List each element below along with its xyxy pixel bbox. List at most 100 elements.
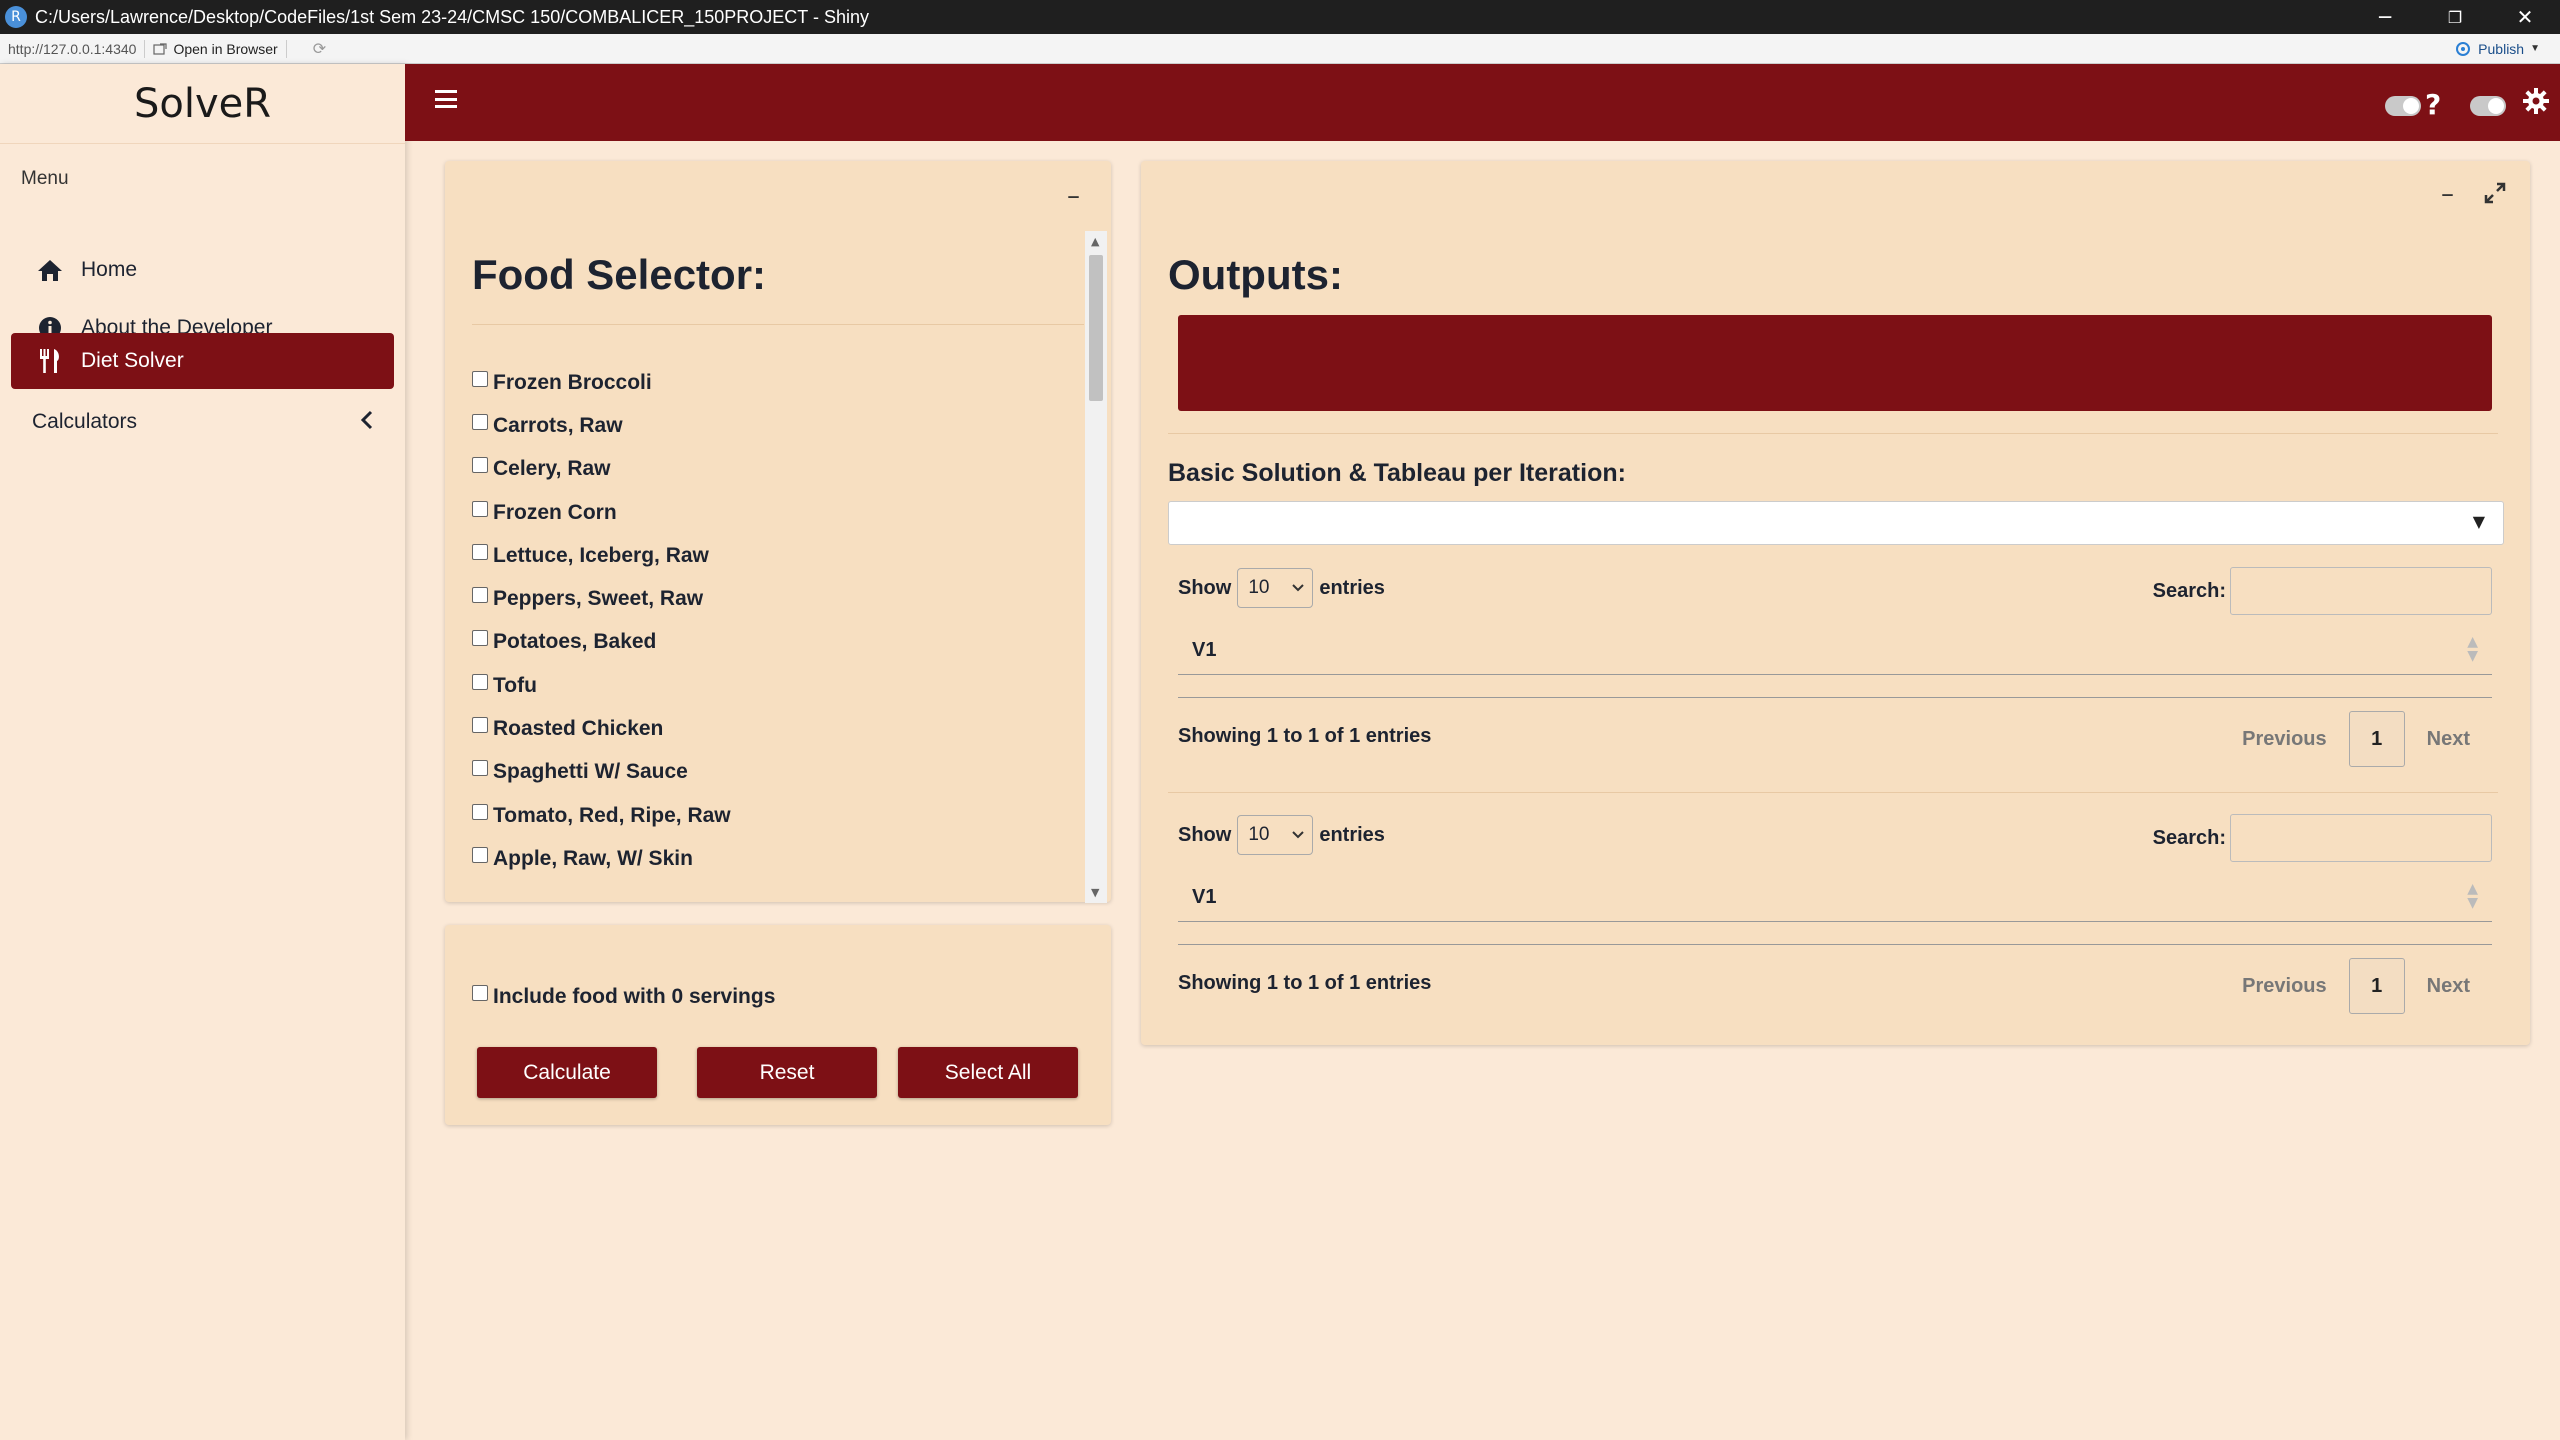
food-checkbox-item[interactable]: Tomato, Red, Ripe, Raw xyxy=(472,794,1072,837)
scroll-down-icon[interactable]: ▼ xyxy=(1091,886,1099,899)
collapse-icon[interactable]: – xyxy=(2441,179,2454,209)
entries-label: entries xyxy=(1319,823,1385,846)
reset-button[interactable]: Reset xyxy=(697,1047,877,1098)
food-label: Spaghetti W/ Sauce xyxy=(493,760,688,784)
food-checkbox-item[interactable]: Frozen Broccoli xyxy=(472,361,1072,404)
iteration-label: Basic Solution & Tableau per Iteration: xyxy=(1168,459,1626,487)
checkbox[interactable] xyxy=(472,760,488,777)
select-all-button[interactable]: Select All xyxy=(898,1047,1078,1098)
brand-title[interactable]: SolveR xyxy=(0,64,405,144)
table-info: Showing 1 to 1 of 1 entries xyxy=(1178,972,1432,994)
expand-icon[interactable] xyxy=(2484,181,2506,211)
food-checkbox-item[interactable]: Carrots, Raw xyxy=(472,404,1072,447)
food-checkbox-item[interactable]: Apple, Raw, W/ Skin xyxy=(472,837,1072,880)
chevron-left-icon xyxy=(360,406,374,437)
sidebar-item-label: Diet Solver xyxy=(81,349,184,372)
sidebar-item-label: Calculators xyxy=(32,409,138,433)
include-zero-label: Include food with 0 servings xyxy=(493,985,776,1008)
url-text: http://127.0.0.1:4340 xyxy=(8,40,137,57)
checkbox[interactable] xyxy=(472,587,488,604)
collapse-icon[interactable]: – xyxy=(1067,181,1080,211)
calculate-button[interactable]: Calculate xyxy=(477,1047,657,1098)
close-button[interactable]: ✕ xyxy=(2490,0,2560,34)
iteration-select[interactable]: ▼ xyxy=(1168,501,2504,545)
checkbox[interactable] xyxy=(472,500,488,517)
entries-length-select[interactable]: 10 xyxy=(1237,815,1314,855)
help-icon[interactable]: ? xyxy=(2425,88,2441,121)
length-value: 10 xyxy=(1248,577,1270,598)
table-header-row[interactable]: V1 ▲ ▼ xyxy=(1178,876,2492,922)
sidebar-item-diet-solver[interactable]: Diet Solver xyxy=(11,333,394,389)
column-header[interactable]: V1 xyxy=(1192,886,1216,909)
hamburger-menu-icon[interactable] xyxy=(435,90,457,108)
chevron-down-icon xyxy=(1292,831,1305,839)
r-logo-icon: R xyxy=(5,6,27,28)
next-button[interactable]: Next xyxy=(2405,975,2492,998)
checkbox[interactable] xyxy=(472,543,488,560)
scroll-up-icon[interactable]: ▲ xyxy=(1091,235,1099,248)
outputs-card: – Outputs: Basic Solution & Tableau per … xyxy=(1141,161,2530,1045)
sidebar-item-calculators[interactable]: Calculators xyxy=(11,394,394,449)
minimize-button[interactable]: ─ xyxy=(2350,0,2420,34)
sidebar-item-home[interactable]: Home xyxy=(11,242,394,297)
settings-toggle[interactable] xyxy=(2470,96,2506,116)
food-checkbox-item[interactable]: Peppers, Sweet, Raw xyxy=(472,577,1072,620)
open-in-browser-button[interactable]: Open in Browser xyxy=(153,41,278,57)
restore-button[interactable]: ❐ xyxy=(2420,0,2490,34)
checkbox[interactable] xyxy=(472,846,488,863)
food-checkbox-item[interactable]: Roasted Chicken xyxy=(472,707,1072,750)
chevron-down-icon xyxy=(1292,584,1305,592)
checkbox[interactable] xyxy=(472,717,488,734)
sort-icon[interactable]: ▲ ▼ xyxy=(2467,635,2478,663)
food-label: Tofu xyxy=(493,673,537,697)
entries-length-select[interactable]: 10 xyxy=(1237,568,1314,608)
result-output xyxy=(1178,315,2492,411)
food-checkbox-item[interactable]: Frozen Corn xyxy=(472,491,1072,534)
column-header[interactable]: V1 xyxy=(1192,639,1216,662)
pagination: Previous 1 Next xyxy=(2220,711,2492,767)
checkbox[interactable] xyxy=(472,985,488,1001)
scrollbar[interactable]: ▲ ▼ xyxy=(1085,231,1107,903)
sidebar-item-label: Home xyxy=(81,257,138,281)
search-input[interactable] xyxy=(2230,567,2492,615)
datatable: Show 10 entries Search: V1 ▲ ▼ Showing 1 … xyxy=(1178,567,2492,797)
publish-button[interactable]: Publish ▼ xyxy=(2454,41,2540,57)
page-button[interactable]: 1 xyxy=(2348,711,2405,767)
table-header-row[interactable]: V1 ▲ ▼ xyxy=(1178,629,2492,675)
checkbox[interactable] xyxy=(472,370,488,387)
checkbox[interactable] xyxy=(472,630,488,647)
food-label: Lettuce, Iceberg, Raw xyxy=(493,543,709,567)
utensils-icon xyxy=(35,348,65,374)
controls-card: Include food with 0 servings Calculate R… xyxy=(445,925,1111,1125)
food-checkbox-item[interactable]: Spaghetti W/ Sauce xyxy=(472,751,1072,794)
theme-toggle[interactable] xyxy=(2385,96,2421,116)
food-checkbox-item[interactable]: Celery, Raw xyxy=(472,448,1072,491)
top-header: ? xyxy=(405,64,2560,141)
pagination: Previous 1 Next xyxy=(2220,958,2492,1014)
checkbox[interactable] xyxy=(472,457,488,474)
sort-icon[interactable]: ▲ ▼ xyxy=(2467,882,2478,910)
scrollbar-thumb[interactable] xyxy=(1089,255,1103,401)
search-label: Search: xyxy=(2152,579,2226,602)
food-checkbox-item[interactable]: Lettuce, Iceberg, Raw xyxy=(472,534,1072,577)
checkbox[interactable] xyxy=(472,673,488,690)
table-bottom-border xyxy=(1178,697,2492,698)
next-button[interactable]: Next xyxy=(2405,728,2492,751)
food-selector-title: Food Selector: xyxy=(472,251,767,298)
sidebar: SolveR Menu Home About the Developer Die… xyxy=(0,64,405,1440)
refresh-icon[interactable]: ⟳ xyxy=(313,39,326,59)
previous-button[interactable]: Previous xyxy=(2220,975,2348,998)
food-label: Carrots, Raw xyxy=(493,413,623,437)
previous-button[interactable]: Previous xyxy=(2220,728,2348,751)
search-input[interactable] xyxy=(2230,814,2492,862)
page-button[interactable]: 1 xyxy=(2348,958,2405,1014)
include-zero-checkbox[interactable]: Include food with 0 servings xyxy=(472,985,775,1009)
gear-icon[interactable] xyxy=(2523,88,2549,121)
food-selector-card: – Food Selector: Frozen Broccoli Carrots,… xyxy=(445,161,1111,903)
food-checkbox-item[interactable]: Potatoes, Baked xyxy=(472,621,1072,664)
checkbox[interactable] xyxy=(472,803,488,820)
search-label: Search: xyxy=(2152,826,2226,849)
food-checkbox-item[interactable]: Tofu xyxy=(472,664,1072,707)
checkbox[interactable] xyxy=(472,413,488,430)
food-label: Celery, Raw xyxy=(493,457,611,481)
